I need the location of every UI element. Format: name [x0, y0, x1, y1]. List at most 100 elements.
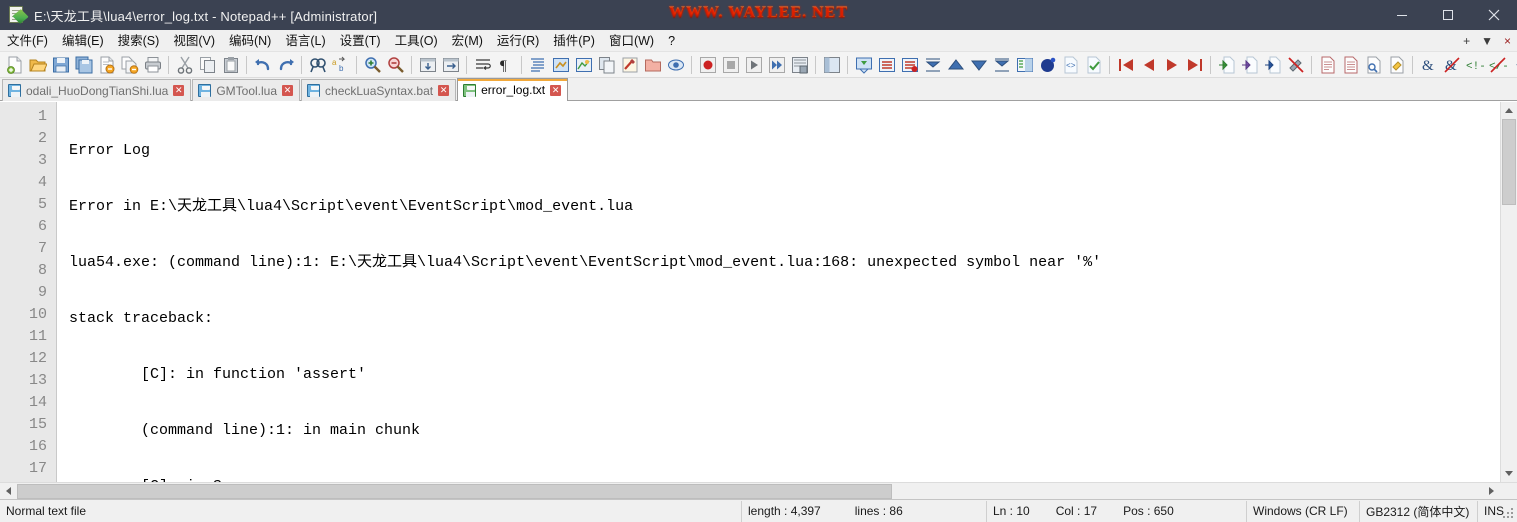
save-macro-icon[interactable]	[788, 54, 811, 76]
highlight-icon[interactable]	[1385, 54, 1408, 76]
ampersand-icon[interactable]: &	[1417, 54, 1440, 76]
uncollapse-all-icon[interactable]	[898, 54, 921, 76]
show-whitespace-icon[interactable]	[572, 54, 595, 76]
tab-checkluasyntax-bat[interactable]: checkLuaSyntax.bat ✕	[301, 79, 457, 101]
resize-grip-icon[interactable]	[1503, 508, 1515, 520]
vertical-scroll-thumb[interactable]	[1502, 119, 1516, 205]
menu-item-macro[interactable]: 宏(M)	[445, 31, 490, 51]
code-text[interactable]: Error Log Error in E:\天龙工具\lua4\Script\e…	[57, 102, 1500, 482]
color-picker-icon[interactable]	[618, 54, 641, 76]
go-blue-icon[interactable]	[1261, 54, 1284, 76]
indent-guide-icon[interactable]	[526, 54, 549, 76]
minimize-icon[interactable]	[1379, 0, 1425, 30]
document-map-icon[interactable]	[664, 54, 687, 76]
copy-style-icon[interactable]	[595, 54, 618, 76]
horizontal-scrollbar[interactable]	[0, 482, 1517, 500]
find-icon[interactable]	[306, 54, 329, 76]
copy-icon[interactable]	[196, 54, 219, 76]
user-defined-language-icon[interactable]	[549, 54, 572, 76]
collapse-all-icon[interactable]	[875, 54, 898, 76]
redo-icon[interactable]	[274, 54, 297, 76]
menu-item-language[interactable]: 语言(L)	[278, 31, 332, 51]
previous-mark-icon[interactable]	[1137, 54, 1160, 76]
next-mark-icon[interactable]	[1160, 54, 1183, 76]
fold-level-up-icon[interactable]	[921, 54, 944, 76]
vertical-scrollbar[interactable]	[1500, 102, 1517, 482]
tab-close-icon[interactable]: ✕	[282, 85, 294, 96]
close-icon[interactable]	[1471, 0, 1517, 30]
tab-close-icon[interactable]: ✕	[550, 84, 562, 96]
clear-marks-icon[interactable]	[1284, 54, 1307, 76]
open-file-icon[interactable]	[26, 54, 49, 76]
comment-remove-icon[interactable]: </--	[1486, 54, 1509, 76]
new-file-icon[interactable]	[3, 54, 26, 76]
menu-item-tools[interactable]: 工具(O)	[388, 31, 445, 51]
word-wrap-icon[interactable]	[471, 54, 494, 76]
vertical-scroll-track[interactable]	[1501, 119, 1517, 465]
scroll-right-icon[interactable]	[1483, 483, 1500, 500]
close-all-files-icon[interactable]	[118, 54, 141, 76]
scroll-down-icon[interactable]	[1501, 465, 1517, 482]
scroll-left-icon[interactable]	[0, 483, 17, 500]
maximize-icon[interactable]	[1425, 0, 1471, 30]
menu-item-plugins[interactable]: 插件(P)	[546, 31, 602, 51]
validate-icon[interactable]	[1082, 54, 1105, 76]
plugin-manager-icon[interactable]	[1036, 54, 1059, 76]
split-view-icon[interactable]	[1013, 54, 1036, 76]
menu-item-search[interactable]: 搜索(S)	[111, 31, 167, 51]
record-macro-icon[interactable]	[696, 54, 719, 76]
tab-error-log-txt[interactable]: error_log.txt ✕	[457, 78, 569, 101]
xml-tag-icon[interactable]: <>	[1059, 54, 1082, 76]
close-document-button[interactable]: ×	[1504, 35, 1511, 47]
go-green-icon[interactable]	[1215, 54, 1238, 76]
show-panel-icon[interactable]	[820, 54, 843, 76]
remove-ampersand-icon[interactable]: &	[1440, 54, 1463, 76]
zoom-out-icon[interactable]	[384, 54, 407, 76]
menu-item-encoding[interactable]: 编码(N)	[222, 31, 278, 51]
first-mark-icon[interactable]	[1114, 54, 1137, 76]
save-icon[interactable]	[49, 54, 72, 76]
tab-close-icon[interactable]: ✕	[173, 85, 185, 96]
bookmark-toggle-icon[interactable]	[852, 54, 875, 76]
expand-arrow-icon[interactable]	[944, 54, 967, 76]
cut-icon[interactable]	[173, 54, 196, 76]
menu-item-help[interactable]: ?	[661, 31, 682, 51]
settings-wrench-icon[interactable]	[1509, 54, 1517, 76]
show-all-characters-icon[interactable]: ¶	[494, 54, 517, 76]
last-mark-icon[interactable]	[1183, 54, 1206, 76]
zoom-in-icon[interactable]	[361, 54, 384, 76]
menu-item-window[interactable]: 窗口(W)	[602, 31, 661, 51]
scroll-up-icon[interactable]	[1501, 102, 1517, 119]
document-1-icon[interactable]	[1316, 54, 1339, 76]
paste-icon[interactable]	[219, 54, 242, 76]
run-macro-multiple-icon[interactable]	[765, 54, 788, 76]
horizontal-scroll-thumb[interactable]	[17, 483, 892, 499]
close-file-icon[interactable]	[95, 54, 118, 76]
new-tab-button[interactable]: +	[1463, 35, 1470, 47]
menu-item-settings[interactable]: 设置(T)	[333, 31, 388, 51]
save-all-icon[interactable]	[72, 54, 95, 76]
collapse-arrow-icon[interactable]	[967, 54, 990, 76]
tab-close-icon[interactable]: ✕	[438, 85, 450, 96]
playback-macro-icon[interactable]	[742, 54, 765, 76]
document-2-icon[interactable]	[1339, 54, 1362, 76]
comment-open-icon[interactable]: <!--	[1463, 54, 1486, 76]
print-icon[interactable]	[141, 54, 164, 76]
stop-recording-icon[interactable]	[719, 54, 742, 76]
menu-item-edit[interactable]: 编辑(E)	[55, 31, 111, 51]
undo-icon[interactable]	[251, 54, 274, 76]
fold-level-down-icon[interactable]	[990, 54, 1013, 76]
menu-item-run[interactable]: 运行(R)	[490, 31, 546, 51]
replace-icon[interactable]: ab	[329, 54, 352, 76]
editor-main[interactable]: 1 2 3 4 5 6 7 8 9 10 11 12 13 14 15 16 1…	[0, 102, 1500, 482]
tab-list-button[interactable]: ▼	[1481, 35, 1493, 47]
menu-item-file[interactable]: 文件(F)	[0, 31, 55, 51]
preview-icon[interactable]	[1362, 54, 1385, 76]
horizontal-scroll-track[interactable]	[17, 482, 1483, 500]
sync-vertical-scroll-icon[interactable]	[416, 54, 439, 76]
tab-odali-huodongtianshi-lua[interactable]: odali_HuoDongTianShi.lua ✕	[2, 79, 192, 101]
menu-item-view[interactable]: 视图(V)	[166, 31, 222, 51]
go-purple-icon[interactable]	[1238, 54, 1261, 76]
sync-horizontal-scroll-icon[interactable]	[439, 54, 462, 76]
folder-as-workspace-icon[interactable]	[641, 54, 664, 76]
